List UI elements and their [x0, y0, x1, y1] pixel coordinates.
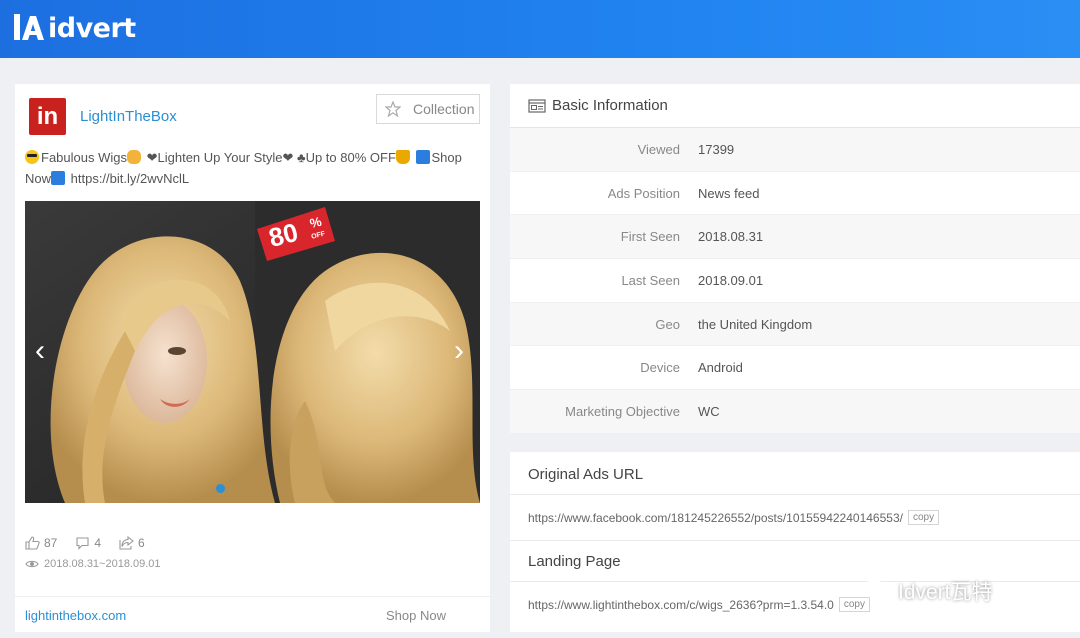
info-card-icon [528, 98, 546, 113]
advertiser-domain-link[interactable]: lightinthebox.com [25, 608, 126, 623]
logo-mark-icon [12, 11, 46, 45]
info-value: 2018.09.01 [698, 272, 764, 288]
logo-text: idvert [48, 12, 136, 44]
divider [510, 581, 1080, 582]
collection-button[interactable]: Collection [376, 94, 480, 124]
url-panel: Original Ads URL https://www.facebook.co… [510, 452, 1080, 632]
star-icon [385, 101, 401, 117]
engagement-stats: 87 4 6 [25, 536, 163, 550]
advertiser-avatar[interactable]: in [29, 98, 66, 135]
ad-caption-link[interactable]: https://bit.ly/2wvNclL [71, 171, 190, 186]
landing-page-title: Landing Page [528, 553, 621, 570]
arrow-emoji-icon [415, 150, 430, 164]
top-bar: idvert [0, 0, 1080, 58]
info-row-geo: Geo the United Kingdom [510, 302, 1080, 347]
copy-original-url-button[interactable]: copy [907, 510, 940, 525]
info-row-first-seen: First Seen 2018.08.31 [510, 215, 1080, 260]
divider [510, 540, 1080, 541]
ad-caption-part3: Shop [431, 150, 462, 165]
advertiser-name[interactable]: LightInTheBox [80, 108, 177, 125]
arrow-emoji-icon-2 [51, 171, 66, 185]
carousel-next-arrow-icon[interactable]: › [444, 329, 474, 373]
info-key: Viewed [637, 141, 680, 157]
shares-count: 6 [138, 536, 145, 550]
info-row-marketing-objective: Marketing Objective WC [510, 390, 1080, 434]
ad-card: in LightInTheBox Collection Fabulous Wig… [15, 84, 490, 632]
ad-caption-part4: Now [25, 171, 52, 186]
info-row-viewed: Viewed 17399 [510, 128, 1080, 172]
original-ads-url-text[interactable]: https://www.facebook.com/181245226552/po… [528, 511, 903, 525]
carousel-dot-indicator[interactable] [216, 484, 225, 493]
comment-icon [76, 537, 89, 550]
info-key: Device [640, 360, 680, 376]
collection-label: Collection [413, 101, 475, 117]
info-value: 17399 [698, 141, 735, 157]
comments-stat: 4 [75, 536, 101, 550]
ad-caption: Fabulous Wigs ❤Lighten Up Your Style❤ ♣U… [25, 147, 480, 189]
basic-information-rows: Viewed 17399 Ads Position News feed Firs… [510, 128, 1080, 434]
shop-now-button[interactable]: Shop Now [386, 608, 446, 623]
thumbs-up-icon [25, 536, 40, 550]
carousel-prev-arrow-icon[interactable]: ‹ [25, 329, 55, 373]
share-icon [119, 536, 134, 550]
likes-count: 87 [44, 536, 58, 550]
wechat-icon [863, 580, 891, 602]
info-key: Last Seen [621, 272, 680, 288]
clapping-hands-emoji-icon [126, 150, 141, 164]
info-value: Android [698, 360, 743, 376]
info-key: Geo [655, 316, 680, 332]
info-key: Ads Position [607, 185, 680, 201]
landing-page-url-text[interactable]: https://www.lightinthebox.com/c/wigs_263… [528, 598, 834, 612]
info-value: News feed [698, 185, 760, 201]
info-row-last-seen: Last Seen 2018.09.01 [510, 259, 1080, 303]
info-value: 2018.08.31 [698, 229, 764, 245]
date-range-text: 2018.08.31~2018.09.01 [44, 558, 161, 570]
original-ads-url-title: Original Ads URL [528, 466, 644, 483]
original-ads-url: https://www.facebook.com/181245226552/po… [528, 510, 940, 525]
basic-information-title: Basic Information [552, 97, 668, 114]
ad-caption-part1: Fabulous Wigs [41, 150, 127, 165]
info-value: the United Kingdom [698, 316, 813, 332]
advertiser-info[interactable]: in LightInTheBox [29, 98, 177, 135]
ad-caption-part2: ❤Lighten Up Your Style❤ ♣Up to 80% OFF [146, 150, 396, 165]
card-divider [15, 596, 490, 597]
info-value: WC [698, 403, 720, 419]
eye-icon [25, 560, 39, 568]
info-row-device: Device Android [510, 346, 1080, 391]
likes-stat: 87 [25, 536, 57, 550]
info-key: First Seen [620, 229, 680, 245]
ad-image-carousel[interactable]: 80 % OFF ‹ › [25, 201, 480, 503]
shares-stat: 6 [119, 536, 145, 550]
ad-date-range: 2018.08.31~2018.09.01 [25, 558, 161, 570]
trophy-emoji-icon [395, 150, 410, 164]
divider [510, 494, 1080, 495]
comments-count: 4 [94, 536, 102, 550]
info-key: Marketing Objective [565, 403, 680, 419]
wig-product-image: 80 % OFF [25, 201, 480, 503]
basic-information-panel: Basic Information Viewed 17399 Ads Posit… [510, 84, 1080, 434]
sunglasses-emoji-icon [25, 150, 39, 164]
watermark-text: Idvert瓦特 [898, 581, 993, 604]
landing-page-url: https://www.lightinthebox.com/c/wigs_263… [528, 597, 870, 612]
idvert-logo[interactable]: idvert [12, 10, 136, 46]
info-row-ads-position: Ads Position News feed [510, 172, 1080, 216]
watermark: Idvert瓦特 [862, 576, 993, 606]
basic-information-header: Basic Information [510, 84, 1080, 128]
